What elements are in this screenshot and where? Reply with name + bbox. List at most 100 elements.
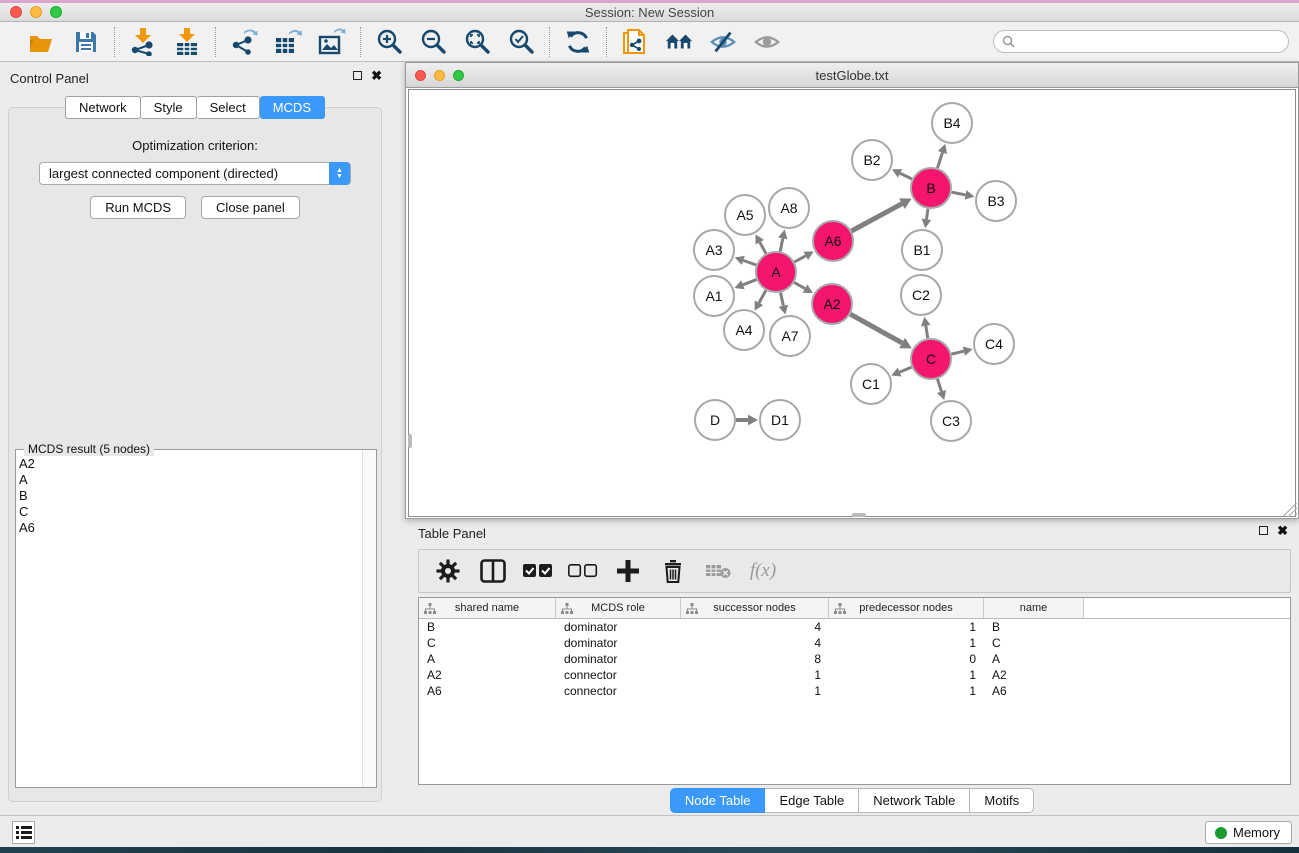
column-selector-icon[interactable] (478, 558, 508, 584)
run-mcds-button[interactable]: Run MCDS (90, 196, 186, 219)
graph-edge-C-C4[interactable] (951, 351, 963, 354)
graph-edge-C-C1[interactable] (900, 367, 912, 372)
export-network-icon[interactable] (230, 28, 258, 56)
import-table-icon[interactable] (173, 28, 201, 56)
table-row-B[interactable]: Bdominator41B (419, 619, 1290, 635)
delete-table-icon[interactable] (703, 558, 733, 584)
home-icon[interactable] (665, 28, 693, 56)
result-scrollbar[interactable] (362, 450, 376, 787)
table-cell[interactable]: connector (556, 684, 681, 698)
graph-edge-C-C3[interactable] (937, 379, 941, 392)
result-item-A[interactable]: A (19, 472, 360, 488)
tab-mcds[interactable]: MCDS (260, 96, 325, 119)
graph-edge-A-A5[interactable] (760, 242, 766, 253)
table-cell[interactable]: 1 (681, 668, 829, 682)
vertical-scroll-thumb[interactable] (408, 434, 412, 448)
table-cell[interactable]: C (984, 636, 1084, 650)
graph-edge-B-B3[interactable] (952, 192, 966, 195)
table-cell[interactable]: 1 (829, 620, 984, 634)
tab-style[interactable]: Style (141, 96, 197, 119)
zoom-in-icon[interactable] (375, 28, 403, 56)
table-cell[interactable]: B (419, 620, 556, 634)
table-cell[interactable]: dominator (556, 636, 681, 650)
hide-graphics-details-icon[interactable] (709, 28, 737, 56)
tab-select[interactable]: Select (197, 96, 260, 119)
table-cell[interactable]: 4 (681, 636, 829, 650)
table-cell[interactable]: A (419, 652, 556, 666)
function-builder-icon[interactable]: f(x) (748, 558, 778, 584)
column-header-predecessor-nodes[interactable]: predecessor nodes (829, 598, 984, 618)
horizontal-scroll-thumb[interactable] (852, 513, 866, 517)
graph-edge-A-A3[interactable] (743, 260, 756, 265)
graph-edge-A-A4[interactable] (759, 290, 766, 302)
table-cell[interactable]: 1 (681, 684, 829, 698)
deselect-all-icon[interactable] (568, 558, 598, 584)
graph-edge-A-A2[interactable] (794, 282, 805, 288)
table-row-A2[interactable]: A2connector11A2 (419, 667, 1290, 683)
column-header-name[interactable]: name (984, 598, 1084, 618)
table-cell[interactable]: 1 (829, 636, 984, 650)
table-cell[interactable]: dominator (556, 620, 681, 634)
table-cell[interactable]: 0 (829, 652, 984, 666)
export-table-icon[interactable] (274, 28, 302, 56)
resize-grip-icon[interactable] (1283, 503, 1297, 517)
select-all-icon[interactable] (523, 558, 553, 584)
export-image-icon[interactable] (318, 28, 346, 56)
table-cell[interactable]: B (984, 620, 1084, 634)
result-item-C[interactable]: C (19, 504, 360, 520)
graph-edge-A-A8[interactable] (780, 238, 783, 251)
graph-edge-B-B2[interactable] (900, 173, 912, 179)
table-cell[interactable]: A (984, 652, 1084, 666)
graph-edge-A6-B[interactable] (851, 204, 902, 231)
table-cell[interactable]: dominator (556, 652, 681, 666)
table-cell[interactable]: 4 (681, 620, 829, 634)
result-item-B[interactable]: B (19, 488, 360, 504)
close-panel-icon[interactable]: ✖ (371, 70, 382, 81)
refresh-layout-icon[interactable] (564, 28, 592, 56)
tab-motifs[interactable]: Motifs (970, 788, 1034, 813)
zoom-selected-icon[interactable] (507, 28, 535, 56)
float-panel-icon[interactable] (353, 71, 362, 80)
table-row-C[interactable]: Cdominator41C (419, 635, 1290, 651)
tab-node-table[interactable]: Node Table (670, 788, 766, 813)
graph-edge-A2-C[interactable] (850, 314, 902, 343)
delete-column-icon[interactable] (658, 558, 688, 584)
task-history-button[interactable] (12, 821, 35, 844)
show-graphics-details-icon[interactable] (753, 28, 781, 56)
duplicate-network-icon[interactable] (621, 28, 649, 56)
column-header-shared-name[interactable]: shared name (419, 598, 556, 618)
table-options-gear-icon[interactable] (433, 558, 463, 584)
table-cell[interactable]: A2 (984, 668, 1084, 682)
table-cell[interactable]: A2 (419, 668, 556, 682)
table-cell[interactable]: A6 (984, 684, 1084, 698)
table-close-panel-icon[interactable]: ✖ (1277, 525, 1288, 536)
table-cell[interactable]: 8 (681, 652, 829, 666)
table-row-A6[interactable]: A6connector11A6 (419, 683, 1290, 699)
memory-button[interactable]: Memory (1205, 821, 1292, 844)
zoom-fit-icon[interactable] (463, 28, 491, 56)
criterion-select[interactable]: largest connected component (directed) ▲… (39, 162, 351, 185)
network-canvas[interactable]: B4B2BB3B1A5A8A6A3AA1A4A7A2C2CC4C1C3DD1 (408, 89, 1296, 517)
column-header-successor-nodes[interactable]: successor nodes (681, 598, 829, 618)
graph-edge-A-A1[interactable] (743, 280, 757, 285)
table-cell[interactable]: 1 (829, 668, 984, 682)
graph-edge-A-A7[interactable] (780, 293, 783, 306)
column-header-MCDS-role[interactable]: MCDS role (556, 598, 681, 618)
search-field[interactable] (993, 30, 1289, 53)
table-cell[interactable]: connector (556, 668, 681, 682)
table-float-panel-icon[interactable] (1259, 526, 1268, 535)
add-column-icon[interactable] (613, 558, 643, 584)
graph-edge-C-C2[interactable] (926, 326, 928, 339)
result-item-A6[interactable]: A6 (19, 520, 360, 536)
tab-edge-table[interactable]: Edge Table (765, 788, 859, 813)
table-row-A[interactable]: Adominator80A (419, 651, 1290, 667)
zoom-out-icon[interactable] (419, 28, 447, 56)
open-session-icon[interactable] (28, 28, 56, 56)
close-panel-button[interactable]: Close panel (201, 196, 300, 219)
table-cell[interactable]: A6 (419, 684, 556, 698)
graph-edge-B-B4[interactable] (937, 152, 942, 168)
tab-network[interactable]: Network (65, 96, 141, 119)
tab-network-table[interactable]: Network Table (859, 788, 970, 813)
table-cell[interactable]: C (419, 636, 556, 650)
graph-edge-B-B1[interactable] (926, 209, 928, 220)
